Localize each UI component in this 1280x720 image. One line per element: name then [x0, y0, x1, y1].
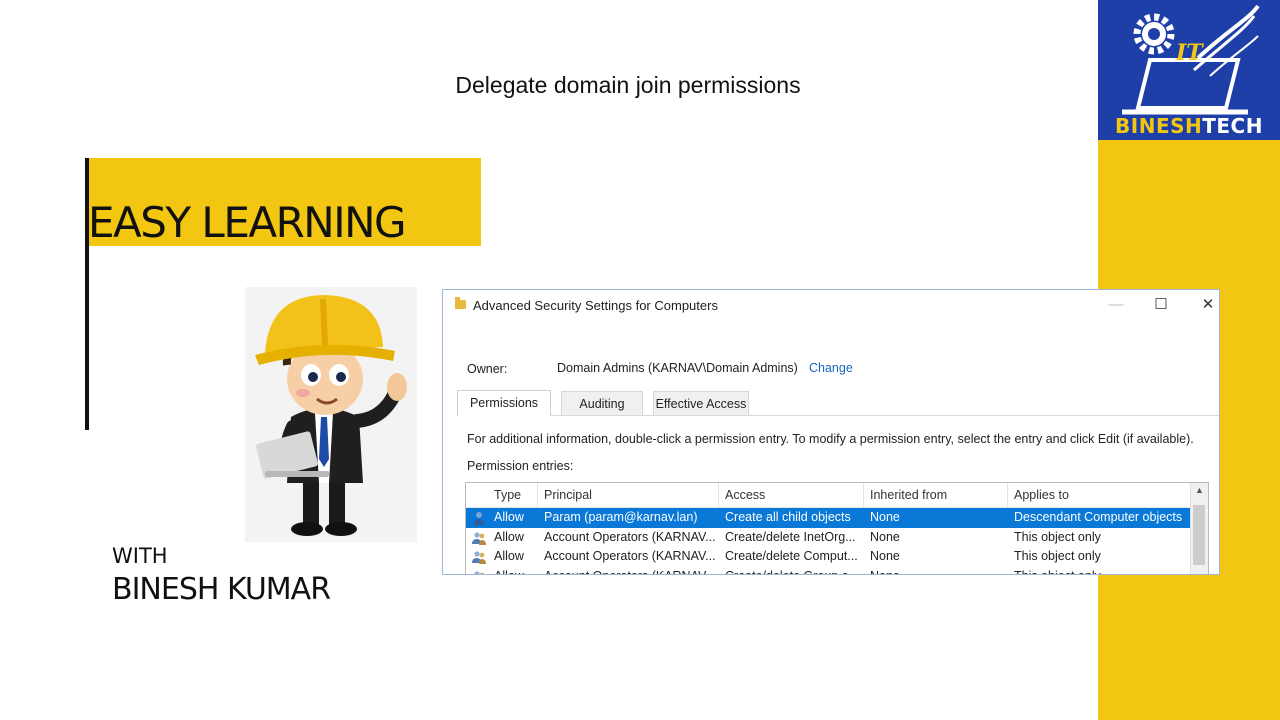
cell-applies-to: Descendant Computer objects	[1014, 510, 1183, 524]
cell-access: Create/delete Group o...	[719, 567, 864, 575]
group-icon	[472, 551, 486, 564]
column-header-inherited-from[interactable]: Inherited from	[864, 483, 1008, 507]
advanced-security-dialog: Advanced Security Settings for Computers…	[442, 289, 1220, 575]
table-row[interactable]: Allow Account Operators (KARNAV... Creat…	[466, 528, 1192, 548]
cell-inherited-from: None	[870, 529, 900, 544]
group-icon	[472, 531, 486, 545]
cell-principal: Account Operators (KARNAV...	[538, 567, 719, 575]
table-row[interactable]: Allow Param (param@karnav.lan) Create al…	[466, 508, 1192, 528]
with-label: WITH	[112, 544, 168, 568]
scroll-up-arrow-icon[interactable]: ▲	[1191, 485, 1208, 495]
page-title: Delegate domain join permissions	[455, 72, 801, 98]
column-header-principal[interactable]: Principal	[538, 483, 719, 507]
cell-applies-to: This object only	[1014, 549, 1101, 563]
cell-access: Create/delete Comput...	[725, 549, 858, 563]
tab-effective-access[interactable]: Effective Access	[653, 391, 749, 415]
tab-strip-divider	[457, 415, 1219, 416]
bineshtech-logo: IT BINESHTECH	[1098, 0, 1280, 140]
column-header-access[interactable]: Access	[719, 483, 864, 507]
author-name: BINESH KUMAR	[112, 572, 331, 607]
change-owner-link[interactable]: Change	[809, 361, 853, 375]
cell-access: Create/delete InetOrg...	[725, 529, 856, 544]
cell-principal: Param (param@karnav.lan)	[544, 510, 698, 524]
cell-applies-to: This object only	[1008, 567, 1192, 575]
permission-entries-label: Permission entries:	[467, 459, 574, 473]
dialog-titlebar[interactable]: Advanced Security Settings for Computers…	[443, 290, 1219, 322]
cell-principal: Account Operators (KARNAV...	[544, 549, 716, 563]
cell-inherited-from: None	[870, 549, 900, 563]
cell-type: Allow	[494, 510, 524, 524]
cell-type: Allow	[494, 549, 524, 563]
minimize-button[interactable]: —	[1101, 294, 1131, 316]
engineer-mascot-image	[245, 287, 417, 542]
scroll-thumb[interactable]	[1193, 505, 1205, 565]
logo-word-binesh: BINESH	[1115, 114, 1203, 138]
maximize-button[interactable]: ☐	[1146, 294, 1176, 316]
column-header-type[interactable]: Type	[488, 483, 538, 507]
gear-icon	[1133, 13, 1175, 55]
cell-type: Allow	[488, 567, 538, 575]
info-text: For additional information, double-click…	[467, 432, 1194, 446]
cell-principal: Account Operators (KARNAV...	[544, 529, 716, 544]
owner-label: Owner:	[467, 362, 508, 376]
logo-word-tech: TECH	[1202, 114, 1263, 138]
logo-wordmark: BINESHTECH	[1098, 114, 1280, 138]
cell-inherited-from: None	[870, 510, 900, 524]
close-button[interactable]: ✕	[1193, 294, 1219, 316]
user-icon	[474, 512, 484, 525]
cell-type: Allow	[494, 529, 524, 544]
cell-inherited-from: None	[864, 567, 1008, 575]
table-row[interactable]: Allow Account Operators (KARNAV... Creat…	[466, 547, 1192, 567]
permission-entries-list[interactable]: Type Principal Access Inherited from App…	[465, 482, 1209, 575]
cell-access: Create all child objects	[725, 510, 851, 524]
tab-permissions[interactable]: Permissions	[457, 390, 551, 416]
list-scrollbar[interactable]: ▲	[1190, 483, 1208, 574]
cell-applies-to: This object only	[1014, 529, 1101, 544]
list-header: Type Principal Access Inherited from App…	[466, 483, 1192, 508]
folder-icon	[455, 297, 466, 309]
group-icon	[474, 570, 485, 574]
logo-it-badge: IT	[1176, 40, 1203, 66]
tab-auditing[interactable]: Auditing	[561, 391, 643, 415]
table-row[interactable]: Allow Account Operators (KARNAV... Creat…	[466, 567, 1192, 575]
dialog-title: Advanced Security Settings for Computers	[473, 298, 718, 313]
column-header-applies-to[interactable]: Applies to	[1008, 483, 1192, 507]
owner-value: Domain Admins (KARNAV\Domain Admins)	[557, 361, 798, 375]
banner-text: EASY LEARNING	[88, 198, 407, 247]
